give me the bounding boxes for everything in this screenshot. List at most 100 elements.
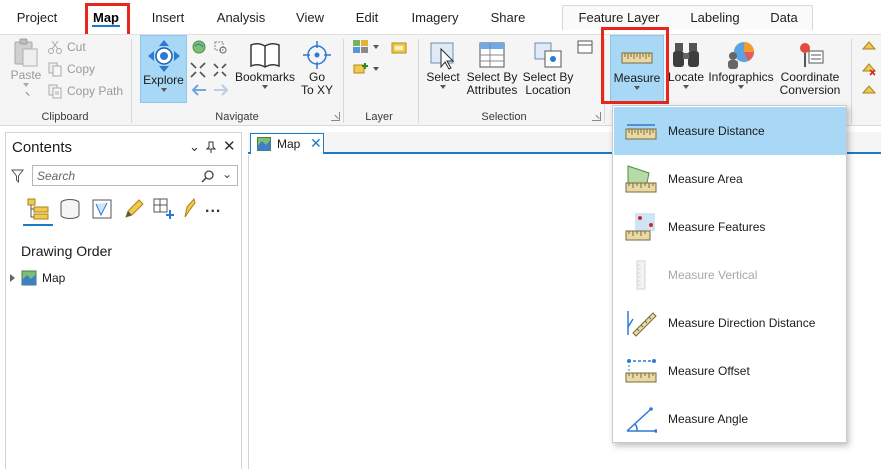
scissors-icon — [48, 40, 62, 54]
menu-item-label: Measure Distance — [668, 124, 765, 138]
more-options-button[interactable]: ... — [205, 199, 221, 217]
tab-view[interactable]: View — [288, 0, 332, 34]
database-icon — [60, 199, 80, 219]
list-by-labeling-button[interactable] — [182, 197, 196, 224]
infographics-icon — [728, 42, 754, 69]
menu-item-measure-distance[interactable]: Measure Distance — [614, 107, 846, 155]
pencil-icon — [125, 199, 144, 218]
labeling-pen-icon — [184, 197, 196, 218]
paste-label: Paste — [10, 68, 42, 82]
filter-icon[interactable] — [11, 169, 24, 183]
list-by-drawing-order-button[interactable] — [23, 197, 53, 226]
expand-arrow-icon[interactable] — [10, 274, 15, 282]
chevron-down-icon — [21, 88, 30, 97]
ribbon-tab-bar: Project Map Insert Analysis View Edit Im… — [0, 0, 881, 34]
basemap-icon[interactable] — [352, 39, 370, 55]
menu-item-label: Measure Angle — [668, 412, 749, 426]
selection-launcher-icon[interactable] — [592, 112, 601, 121]
labeling-icon[interactable] — [861, 39, 877, 55]
tab-labeling[interactable]: Labeling — [680, 6, 750, 30]
ruler-icon — [621, 52, 653, 64]
drawing-order-icon — [27, 198, 49, 220]
contents-pane: Contents ⌄ ✕ ⌄ — [5, 132, 242, 469]
navigate-group-label: Navigate — [215, 111, 259, 123]
explore-button[interactable]: Explore — [140, 35, 187, 103]
view-tab-map[interactable]: Map ✕ — [250, 133, 324, 154]
map-icon — [257, 137, 271, 151]
list-by-selection-button[interactable] — [90, 197, 114, 224]
copy-label: Copy — [67, 62, 96, 76]
back-arrow-icon[interactable] — [190, 83, 208, 97]
forward-arrow-icon[interactable] — [212, 83, 230, 97]
full-extent-icon[interactable] — [191, 39, 207, 55]
view-tab-label: Map — [277, 137, 301, 151]
binoculars-icon — [673, 43, 699, 67]
zoom-to-selection-icon[interactable] — [212, 39, 228, 55]
copy-path-label: Copy Path — [67, 84, 124, 98]
locate-button[interactable]: Locate — [666, 37, 706, 89]
copy-path-button[interactable]: Copy Path — [47, 81, 127, 101]
list-by-data-source-button[interactable] — [58, 197, 82, 224]
cut-button[interactable]: Cut — [47, 37, 127, 57]
navigate-launcher-icon[interactable] — [331, 112, 340, 121]
list-by-editing-button[interactable] — [122, 197, 146, 224]
add-layer-icon[interactable] — [352, 61, 370, 77]
contextual-tab-group: Feature Layer Labeling Data — [562, 5, 813, 30]
coordinate-conversion-button[interactable]: Coordinate Conversion — [778, 37, 842, 97]
convert-labels-icon[interactable] — [861, 83, 877, 99]
list-by-snapping-button[interactable] — [152, 197, 176, 224]
fixed-zoom-in-icon[interactable] — [189, 61, 207, 79]
go-to-xy-button[interactable]: Go To XY — [297, 37, 337, 97]
layer-group-label: Layer — [365, 111, 393, 123]
add-data-icon[interactable] — [390, 39, 408, 55]
close-icon[interactable]: ✕ — [310, 135, 322, 152]
chevron-down-icon[interactable]: ⌄ — [222, 167, 232, 181]
group-separator — [604, 39, 605, 123]
tab-edit[interactable]: Edit — [347, 0, 387, 34]
menu-item-measure-angle[interactable]: Measure Angle — [614, 395, 846, 443]
tab-insert[interactable]: Insert — [143, 0, 193, 34]
map-icon — [21, 270, 37, 286]
pin-icon[interactable] — [206, 141, 216, 153]
measure-direction-distance-icon — [627, 311, 657, 337]
tab-data[interactable]: Data — [761, 6, 807, 30]
measure-vertical-icon — [636, 260, 646, 290]
tab-project[interactable]: Project — [8, 0, 66, 34]
tab-analysis[interactable]: Analysis — [210, 0, 272, 34]
copy-button[interactable]: Copy — [47, 59, 127, 79]
infographics-button[interactable]: Infographics — [706, 37, 776, 89]
bookmarks-button[interactable]: Bookmarks — [234, 37, 296, 89]
contents-title: Contents — [12, 139, 73, 156]
locate-label: Locate — [667, 70, 705, 84]
book-icon — [250, 42, 280, 68]
go-to-xy-label-2: To XY — [300, 83, 333, 97]
chevron-down-icon — [160, 88, 167, 92]
select-by-location-button[interactable]: Select By Location — [522, 37, 574, 97]
tab-map[interactable]: Map — [84, 0, 128, 34]
select-by-location-icon — [534, 42, 562, 68]
measure-button[interactable]: Measure — [610, 35, 664, 103]
fixed-zoom-out-icon[interactable] — [211, 61, 229, 79]
menu-item-measure-direction-distance[interactable]: Measure Direction Distance — [614, 299, 846, 347]
menu-item-measure-area[interactable]: Measure Area — [614, 155, 846, 203]
clipboard-group-label: Clipboard — [41, 111, 89, 123]
paste-button[interactable]: Paste — [6, 37, 46, 87]
tab-imagery[interactable]: Imagery — [404, 0, 466, 34]
pane-options-chevron-icon[interactable]: ⌄ — [189, 139, 200, 155]
clear-labels-icon[interactable] — [861, 61, 877, 77]
menu-item-measure-features[interactable]: Measure Features — [614, 203, 846, 251]
close-icon[interactable]: ✕ — [223, 137, 236, 155]
search-input[interactable] — [37, 167, 197, 184]
copy-icon — [48, 62, 62, 77]
tab-share[interactable]: Share — [484, 0, 532, 34]
select-button[interactable]: Select — [424, 37, 462, 89]
snapping-icon — [153, 198, 174, 219]
attributes-icon[interactable] — [576, 39, 594, 55]
tab-feature-layer[interactable]: Feature Layer — [571, 6, 667, 30]
menu-item-measure-offset[interactable]: Measure Offset — [614, 347, 846, 395]
measure-offset-icon — [625, 359, 657, 383]
select-by-attributes-button[interactable]: Select By Attributes — [464, 37, 520, 97]
search-icon[interactable] — [201, 169, 215, 183]
chevron-down-icon — [262, 85, 268, 89]
select-by-attributes-label-2: Attributes — [466, 83, 518, 97]
